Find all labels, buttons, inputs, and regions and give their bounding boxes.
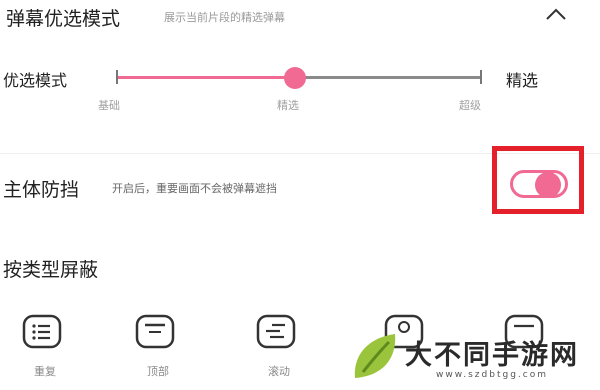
block-type-label: 重复	[34, 365, 56, 378]
level-basic: 基础	[98, 99, 120, 112]
chevron-up-icon[interactable]	[543, 4, 569, 24]
watermark-url: www.szdbtgg.com	[436, 370, 548, 380]
block-by-type-title: 按类型屏蔽	[3, 259, 99, 281]
level-super: 超级	[459, 99, 481, 112]
watermark-text: 大不同手游网	[405, 340, 579, 371]
mode-current-value: 精选	[506, 71, 539, 90]
slider-tick-end	[480, 70, 482, 84]
scroll-comment-icon	[254, 313, 298, 353]
mode-label: 优选模式	[3, 71, 68, 90]
repeat-list-icon	[20, 313, 64, 353]
top-comment-icon	[133, 313, 177, 353]
subject-protection-description: 开启后，重要画面不会被弹幕遮挡	[112, 182, 277, 195]
block-type-repeat[interactable]: 重复	[10, 313, 80, 383]
slider-thumb[interactable]	[284, 67, 306, 89]
level-selected: 精选	[277, 99, 299, 112]
subject-protection-title: 主体防挡	[3, 179, 80, 201]
danmaku-preferred-mode-title: 弹幕优选模式	[6, 8, 121, 30]
block-type-scroll[interactable]: 滚动	[244, 313, 314, 383]
block-type-top[interactable]: 顶部	[123, 313, 193, 383]
block-type-label: 滚动	[268, 365, 290, 378]
danmaku-preferred-mode-description: 展示当前片段的精选弹幕	[164, 11, 285, 24]
toggle-knob[interactable]	[535, 172, 561, 198]
slider-track[interactable]	[295, 76, 481, 79]
block-type-label: 顶部	[147, 365, 169, 378]
slider-tick-start	[116, 70, 118, 84]
slider-track-filled	[117, 76, 295, 79]
